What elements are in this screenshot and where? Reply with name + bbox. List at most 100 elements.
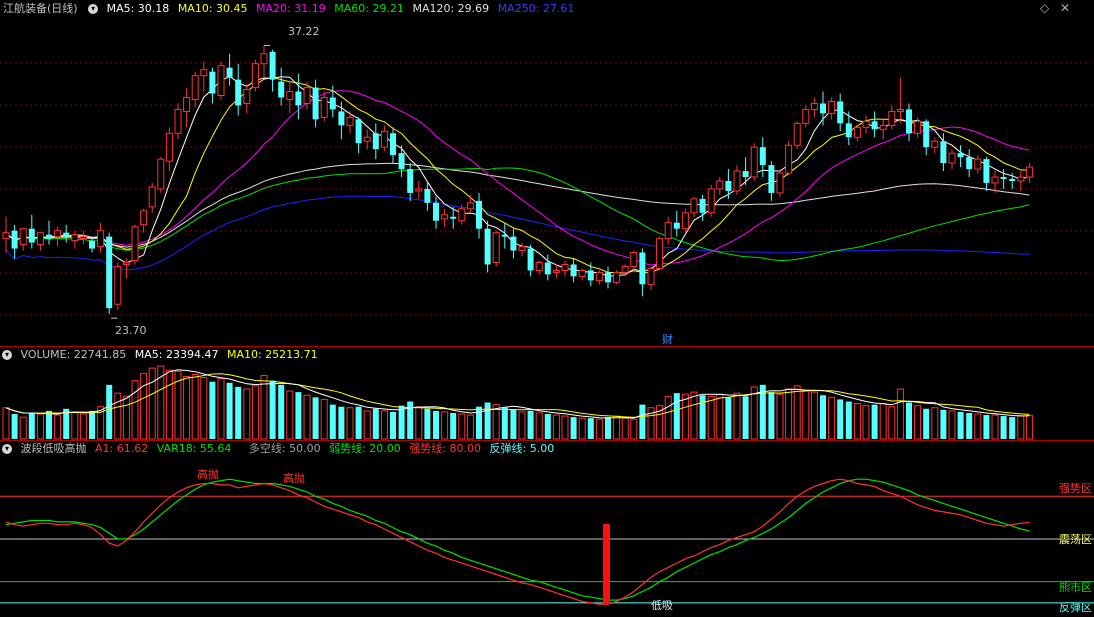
ma20-label: MA20: 31.19 xyxy=(256,2,326,15)
price-chart[interactable] xyxy=(0,0,1094,346)
ma5-label: MA5: 30.18 xyxy=(106,2,170,15)
candle-body xyxy=(879,124,887,130)
volume-bar xyxy=(785,388,793,440)
candle-body xyxy=(492,232,500,263)
volume-bar xyxy=(63,408,70,439)
candle-body xyxy=(888,110,896,126)
candle-body xyxy=(699,198,706,213)
volume-bar xyxy=(570,417,577,439)
volume-bar xyxy=(2,407,10,440)
candle-body xyxy=(759,147,766,166)
volume-bar xyxy=(664,395,672,440)
volume-bar xyxy=(114,392,122,440)
volume-bar xyxy=(226,382,233,439)
volume-bar xyxy=(742,396,749,439)
volume-bar xyxy=(338,406,345,439)
candle-body xyxy=(303,87,311,104)
buy-low-signal: 低吸 xyxy=(651,599,673,612)
candle-body xyxy=(914,120,922,134)
volume-bar xyxy=(54,414,62,440)
candle-body xyxy=(36,232,44,246)
volume-bar xyxy=(983,415,990,439)
price-panel: 江航装备(日线) ▾ MA5: 30.18 MA10: 30.45 MA20: … xyxy=(0,0,1094,346)
candle-body xyxy=(862,120,870,128)
candle-body xyxy=(725,180,732,191)
volume-bar xyxy=(793,385,801,440)
volume-bar xyxy=(613,415,621,440)
candle-body xyxy=(174,108,182,134)
candle-body xyxy=(948,152,956,164)
candle-body xyxy=(140,210,148,226)
indicator-chart[interactable] xyxy=(0,440,1094,617)
volume-bar xyxy=(217,378,225,440)
candle-body xyxy=(79,236,87,240)
sell-high-signal: 高抛 xyxy=(197,468,219,481)
chevron-down-icon[interactable]: ▾ xyxy=(88,4,99,14)
candle-body xyxy=(896,108,904,112)
volume-bar xyxy=(896,388,904,440)
volume-bar xyxy=(510,409,517,439)
volume-bar xyxy=(578,417,586,440)
candle-body xyxy=(742,171,749,178)
high-price-label: 37.22 xyxy=(288,25,320,38)
volume-bar xyxy=(802,389,810,440)
volume-bar xyxy=(243,388,251,440)
candle-body xyxy=(605,272,611,283)
strong-line-label: 强势线: 80.00 xyxy=(409,442,482,455)
candle-body xyxy=(639,252,646,285)
volume-bar xyxy=(948,410,956,440)
volume-bar xyxy=(828,396,836,440)
volume-bar xyxy=(725,397,732,439)
volume-bar xyxy=(768,392,775,439)
candle-body xyxy=(837,101,844,124)
candle-body xyxy=(355,119,362,144)
candle-body xyxy=(535,261,543,271)
candle-body xyxy=(458,208,466,222)
indicator-panel: ▾ 波段低吸高抛 A1: 61.62 VAR18: 55.64 多空线: 50.… xyxy=(0,440,1094,617)
chevron-down-icon[interactable]: ▾ xyxy=(2,350,12,360)
volume-bar xyxy=(853,403,861,440)
buy-low-signal-bar xyxy=(603,524,610,605)
volume-bar xyxy=(552,414,560,440)
volume-bar xyxy=(295,392,302,439)
rebound-line-label: 反弹线: 5.00 xyxy=(489,442,555,455)
candle-body xyxy=(363,136,371,142)
candle-body xyxy=(966,157,973,170)
volume-bar xyxy=(862,405,870,440)
volume-label: VOLUME: 22741.85 xyxy=(20,348,127,361)
candle-body xyxy=(191,75,199,101)
volume-bar xyxy=(260,374,268,440)
volume-bar xyxy=(140,372,148,440)
candle-body xyxy=(802,108,810,124)
diamond-icon[interactable]: ◇ xyxy=(1040,1,1049,15)
candle-body xyxy=(114,265,122,305)
volume-bar xyxy=(518,411,526,440)
volume-bar xyxy=(535,412,543,440)
volume-bar xyxy=(89,410,95,439)
volume-panel: ▾ VOLUME: 22741.85 MA5: 23394.47 MA10: 2… xyxy=(0,346,1094,440)
volume-bar xyxy=(587,418,594,439)
candle-body xyxy=(768,165,775,193)
candle-body xyxy=(931,140,939,148)
finance-badge[interactable]: 财 xyxy=(662,331,673,346)
candle-body xyxy=(1009,179,1016,181)
chevron-down-icon[interactable]: ▾ xyxy=(2,444,12,454)
low-price-label: 23.70 xyxy=(115,324,147,337)
ma10-label: MA10: 30.45 xyxy=(177,2,248,15)
candle-body xyxy=(346,116,354,126)
volume-bar xyxy=(690,391,698,440)
close-icon[interactable]: ✕ xyxy=(1060,1,1070,15)
candle-body xyxy=(527,248,534,271)
a1-label: A1: 61.62 xyxy=(95,442,149,455)
rebound-zone-label: 反弹区 xyxy=(1059,601,1092,614)
candle-body xyxy=(312,87,319,120)
candle-body xyxy=(97,230,105,248)
candle-body xyxy=(63,232,70,237)
candle-body xyxy=(991,176,999,184)
candle-body xyxy=(390,133,396,156)
candle-body xyxy=(733,170,741,192)
volume-bar xyxy=(398,405,405,439)
volume-bar xyxy=(303,394,311,440)
volume-bar xyxy=(19,416,27,440)
volume-bar xyxy=(200,377,208,440)
